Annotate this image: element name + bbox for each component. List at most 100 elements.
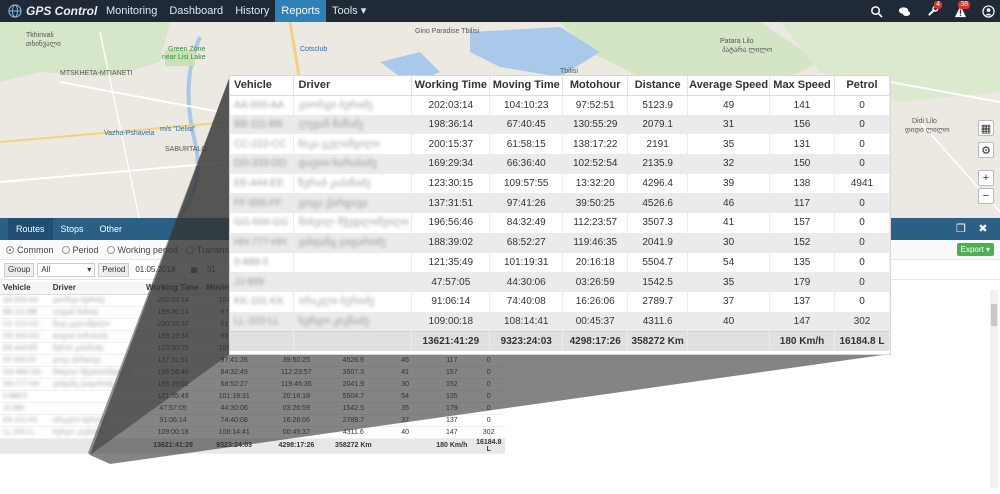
tools-badge: 4	[934, 1, 942, 9]
radio-dot	[106, 245, 115, 254]
small-cell-vehicle-value: JJ-999	[3, 404, 25, 412]
table-row[interactable]: GG-666-GG მიხეილ მჭედლიშვილი 196:56:46 84:3…	[0, 366, 505, 379]
tab-stops[interactable]: Stops	[53, 218, 92, 240]
tab-routes[interactable]: Routes	[8, 218, 53, 240]
map-label-gino: Gino Paradise Tbilisi	[415, 28, 480, 35]
small-cell-working: 200:15:37	[143, 318, 204, 331]
cell-avg-value: 49	[723, 99, 735, 111]
nav-tools[interactable]: Tools ▾	[326, 0, 372, 22]
zcol-distance[interactable]: Distance	[627, 76, 689, 96]
table-row[interactable]: FF-555-FF გოგა ქარდავა 137:31:51 97:41:26 39…	[230, 193, 891, 214]
zoom-in-button[interactable]: +	[978, 170, 994, 186]
table-row[interactable]: BB-111-BB ლევან მამაძე 198:36:14 67:40:45 13…	[230, 114, 891, 135]
small-cell-petrol-value: 302	[482, 428, 495, 436]
warning-icon[interactable]: 38	[948, 0, 972, 22]
zcol-petrol[interactable]: Petrol	[834, 76, 891, 96]
cell-distance: 4296.4	[627, 173, 689, 194]
table-row[interactable]: II-888-II 121:35:49 101:19:31 20:16:18 5504.…	[230, 252, 891, 273]
nav-reports[interactable]: Reports	[275, 0, 326, 22]
cell-vehicle: BB-111-BB	[230, 114, 295, 135]
radio-period[interactable]: Period	[61, 245, 99, 255]
zcol-working-time[interactable]: Working Time	[411, 76, 491, 96]
calendar-icon[interactable]: ▦	[187, 262, 201, 277]
nav-dashboard[interactable]: Dashboard	[163, 0, 229, 22]
date-from-input[interactable]: 01.05.2018	[132, 262, 185, 277]
small-cell-working: 123:30:15	[143, 342, 204, 355]
radio-working-period[interactable]: Working period	[106, 245, 178, 255]
group-select[interactable]: All ▾	[37, 262, 96, 277]
table-row[interactable]: HH-777-HH ვახტანგ ჯაფარიძე 188:39:02 68:52:…	[0, 378, 505, 391]
small-cell-distance: 3507.3	[327, 366, 380, 379]
cell-vehicle: DD-333-DD	[230, 154, 295, 174]
table-row[interactable]: II-888-II 121:35:49 101:19:31 20:16:18 5504.…	[0, 390, 505, 403]
small-cell-max: 147	[431, 426, 473, 439]
table-row[interactable]: HH-777-HH ვახტანგ ჯაფარიძე 188:39:02 68:52:…	[230, 232, 891, 253]
table-row[interactable]: EE-444-EE ზურაბ კაპანაძე 123:30:15 109:57:5…	[230, 173, 891, 194]
zcol-average-speed[interactable]: Average Speed	[687, 76, 771, 96]
radio-dot	[185, 245, 194, 254]
small-total-vehicle	[0, 438, 50, 454]
zcol-max-speed[interactable]: Max Speed	[769, 76, 835, 96]
total-max-value: 180 Km/h	[779, 336, 825, 347]
small-cell-distance: 4526.6	[327, 354, 380, 367]
col-working-time[interactable]: Working Time	[143, 282, 204, 295]
date-to-input[interactable]: 31	[203, 262, 219, 277]
cell-working-value: 196:56:46	[428, 217, 474, 229]
cell-petrol-value: 4941	[850, 178, 874, 190]
zcol-moving-time[interactable]: Moving Time	[489, 76, 564, 96]
radio-common[interactable]: Common	[6, 245, 54, 255]
table-row[interactable]: DD-333-DD დავით ხარაბაძე 169:29:34 66:36:40…	[230, 154, 891, 174]
table-row[interactable]: GG-666-GG მიხეილ მჭედლიშვილი 196:56:46 84:3…	[230, 213, 891, 233]
cell-avg: 31	[687, 114, 771, 135]
total-vehicle	[230, 330, 295, 352]
tab-other[interactable]: Other	[92, 218, 131, 240]
small-cell-avg-value: 40	[401, 428, 410, 436]
small-cell-avg-value: 30	[401, 380, 410, 388]
map-layers-icon[interactable]: ▦	[978, 120, 994, 136]
table-row[interactable]: KK-101-KK ირაკლი ბერიძე 91:06:14 74:40:08 16…	[0, 414, 505, 427]
cell-driver	[293, 272, 413, 292]
search-icon[interactable]	[864, 0, 888, 22]
nav-history[interactable]: History	[229, 0, 275, 22]
scrollbar-thumb[interactable]	[991, 304, 997, 326]
vertical-scrollbar[interactable]	[990, 290, 998, 488]
user-icon[interactable]	[976, 0, 1000, 22]
export-button[interactable]: Export ▾	[956, 243, 994, 256]
small-cell-working-value: 121:35:49	[157, 392, 189, 400]
total-moto: 4298:17:26	[562, 330, 629, 352]
close-icon[interactable]: ✖	[976, 222, 990, 236]
table-row[interactable]: CC-222-CC ნიკა გელაშვილი 200:15:37 61:58:15…	[230, 134, 891, 155]
zcol-motohour[interactable]: Motohour	[562, 76, 629, 96]
col-driver[interactable]: Driver	[49, 282, 143, 295]
table-row[interactable]: JJ-999 47:57:05 44:30:06 03:26:59 1542.5 35 17…	[230, 272, 891, 292]
wrench-icon[interactable]: 4	[920, 0, 944, 22]
col-vehicle[interactable]: Vehicle	[0, 282, 50, 295]
table-row[interactable]: LL-202-LL სერგო კიკნაძე 109:00:18 108:14:41…	[230, 311, 891, 332]
table-row[interactable]: FF-555-FF გოგა ქარდავა 137:31:51 97:41:26 39…	[0, 354, 505, 367]
table-row[interactable]: JJ-999 47:57:05 44:30:06 03:26:59 1542.5 35 17…	[0, 402, 505, 415]
zcol-driver[interactable]: Driver	[293, 76, 413, 96]
small-cell-petrol-value: 0	[486, 404, 491, 412]
total-petrol-value: 16184.8 L	[839, 336, 885, 347]
map-settings-icon[interactable]: ⚙	[978, 142, 994, 158]
cell-vehicle-value: FF-555-FF	[234, 197, 282, 209]
zcol-vehicle[interactable]: Vehicle	[230, 76, 295, 96]
brand-logo[interactable]: GPS Control	[0, 4, 100, 18]
cell-moving: 104:10:23	[489, 95, 564, 115]
top-navbar: GPS Control Monitoring Dashboard History…	[0, 0, 1000, 22]
nav-monitoring[interactable]: Monitoring	[100, 0, 163, 22]
small-cell-vehicle-value: AA-000-AA	[3, 296, 39, 304]
small-cell-working: 109:00:18	[143, 426, 204, 439]
table-row[interactable]: LL-202-LL სერგო კიკნაძე 109:00:18 108:14:41…	[0, 426, 505, 439]
table-row[interactable]: KK-101-KK ირაკლი ბერიძე 91:06:14 74:40:08 16…	[230, 291, 891, 312]
cell-moving: 67:40:45	[489, 114, 564, 135]
cell-driver-value: ნიკა გელაშვილი	[298, 138, 380, 150]
restore-window-icon[interactable]: ❐	[954, 222, 968, 236]
chat-icon[interactable]	[892, 0, 916, 22]
small-cell-moto-value: 03:26:59	[282, 404, 310, 412]
small-cell-vehicle-value: GG-666-GG	[3, 368, 42, 376]
map-label-tbilisi: Tbilisi	[560, 68, 578, 75]
zoom-out-button[interactable]: −	[978, 188, 994, 204]
table-row[interactable]: AA-000-AA გიორგი ბერიძე 202:03:14 104:10:23…	[230, 95, 891, 115]
cell-vehicle-value: AA-000-AA	[234, 99, 285, 111]
